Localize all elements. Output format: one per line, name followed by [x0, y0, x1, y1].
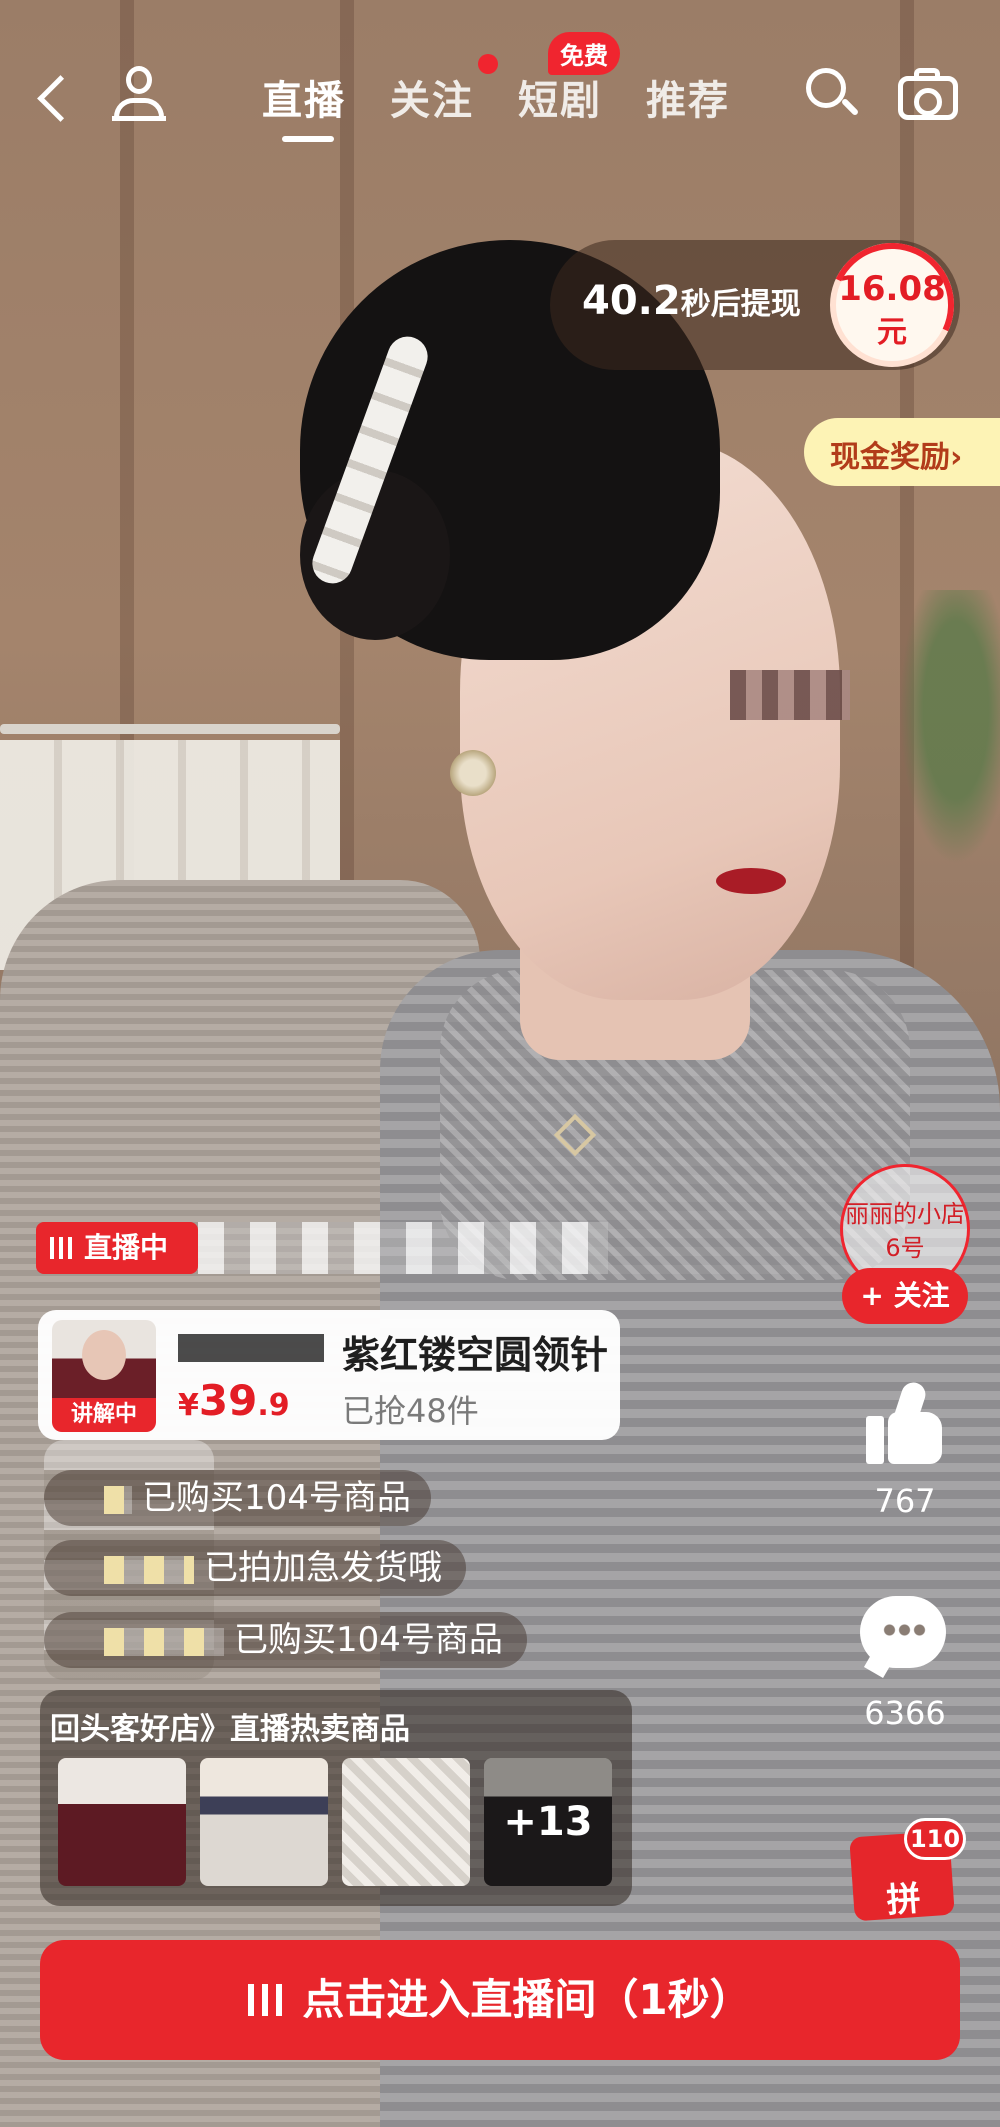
currency-symbol: ¥ — [178, 1388, 199, 1423]
live-status-label: 直播中 — [84, 1231, 169, 1264]
cash-amount-circle[interactable]: 16.08 元 — [830, 243, 954, 367]
user-icon[interactable] — [108, 62, 170, 124]
thumbs-up-icon[interactable] — [862, 1379, 946, 1466]
chat-message-text: 已购买104号商品 — [142, 1478, 411, 1518]
tab-recommend[interactable]: 推荐 — [646, 68, 730, 126]
chat-message-text: 已购买104号商品 — [234, 1620, 503, 1660]
anchor-name-mosaic — [198, 1222, 608, 1274]
pdd-count-badge: 110 — [904, 1818, 966, 1860]
tab-follow[interactable]: 关注 — [390, 68, 474, 126]
chevron-right-icon: › — [950, 440, 963, 475]
cash-amount: 16.08 — [838, 269, 946, 309]
enter-live-room-label: 点击进入直播间（1秒） — [302, 1975, 752, 2024]
product-title: 紫红镂空圆领针 — [342, 1333, 609, 1377]
username-mosaic — [104, 1555, 194, 1584]
product-name-mosaic — [178, 1334, 324, 1362]
cash-unit: 元 — [877, 315, 907, 350]
sold-count: 已抢48件 — [342, 1392, 479, 1430]
chat-message-text: 已拍加急发货哦 — [204, 1548, 442, 1588]
comment-icon[interactable] — [860, 1596, 946, 1679]
mouth — [716, 868, 786, 894]
comment-count: 6366 — [864, 1694, 946, 1732]
chat-message: 已拍加急发货哦 — [44, 1540, 466, 1596]
free-badge: 免费 — [548, 32, 620, 75]
pinduoduo-icon[interactable]: 拼 110 — [849, 1818, 966, 1922]
username-mosaic — [104, 1485, 132, 1514]
price-decimal: .9 — [257, 1388, 290, 1423]
price-integer: 39 — [198, 1376, 258, 1425]
notification-dot — [478, 54, 498, 74]
live-bars-icon — [50, 1237, 72, 1259]
hot-products-panel[interactable]: 回头客好店》直播热卖商品 +13 — [40, 1690, 632, 1906]
camera-icon[interactable] — [896, 64, 960, 120]
cashout-timer[interactable]: 40.2秒后提现 16.08 元 — [550, 240, 960, 370]
hot-products-header: 回头客好店》直播热卖商品 — [50, 1712, 410, 1747]
cash-reward-label: 现金奖励 — [830, 440, 950, 475]
search-icon[interactable] — [800, 64, 860, 124]
tab-live[interactable]: 直播 — [262, 68, 346, 126]
back-icon[interactable] — [30, 70, 80, 130]
tab-short-drama[interactable]: 短剧 — [518, 68, 602, 126]
hot-product-item[interactable] — [342, 1758, 470, 1886]
more-products-count: +13 — [484, 1758, 612, 1886]
hot-product-item[interactable]: +13 — [484, 1758, 612, 1886]
plant — [890, 590, 1000, 890]
like-count: 767 — [874, 1482, 936, 1520]
hot-product-item[interactable] — [200, 1758, 328, 1886]
follow-button[interactable]: + 关注 — [842, 1268, 968, 1324]
product-card[interactable]: 讲解中 紫红镂空圆领针 ¥39.9 已抢48件 — [38, 1310, 620, 1440]
eye-mosaic — [730, 670, 850, 720]
live-status-badge: 直播中 — [36, 1222, 198, 1274]
earring — [450, 750, 496, 796]
product-price: ¥39.9 — [178, 1376, 290, 1425]
hot-product-item[interactable] — [58, 1758, 186, 1886]
active-tab-indicator — [282, 136, 334, 142]
chat-message: 已购买104号商品 — [44, 1612, 527, 1668]
username-mosaic — [104, 1627, 224, 1656]
explaining-tag: 讲解中 — [52, 1398, 156, 1432]
cash-reward-button[interactable]: 现金奖励› — [804, 418, 1000, 486]
chat-message: 已购买104号商品 — [44, 1470, 431, 1526]
live-bars-icon — [248, 1984, 283, 2016]
enter-live-room-button[interactable]: 点击进入直播间（1秒） — [40, 1940, 960, 2060]
countdown-seconds: 40.2 — [582, 278, 681, 324]
cashout-countdown: 40.2秒后提现 — [582, 278, 801, 324]
clothes-rack — [0, 724, 340, 734]
top-nav: 直播 关注 短剧 免费 推荐 — [0, 32, 1000, 150]
countdown-label: 秒后提现 — [680, 287, 801, 322]
